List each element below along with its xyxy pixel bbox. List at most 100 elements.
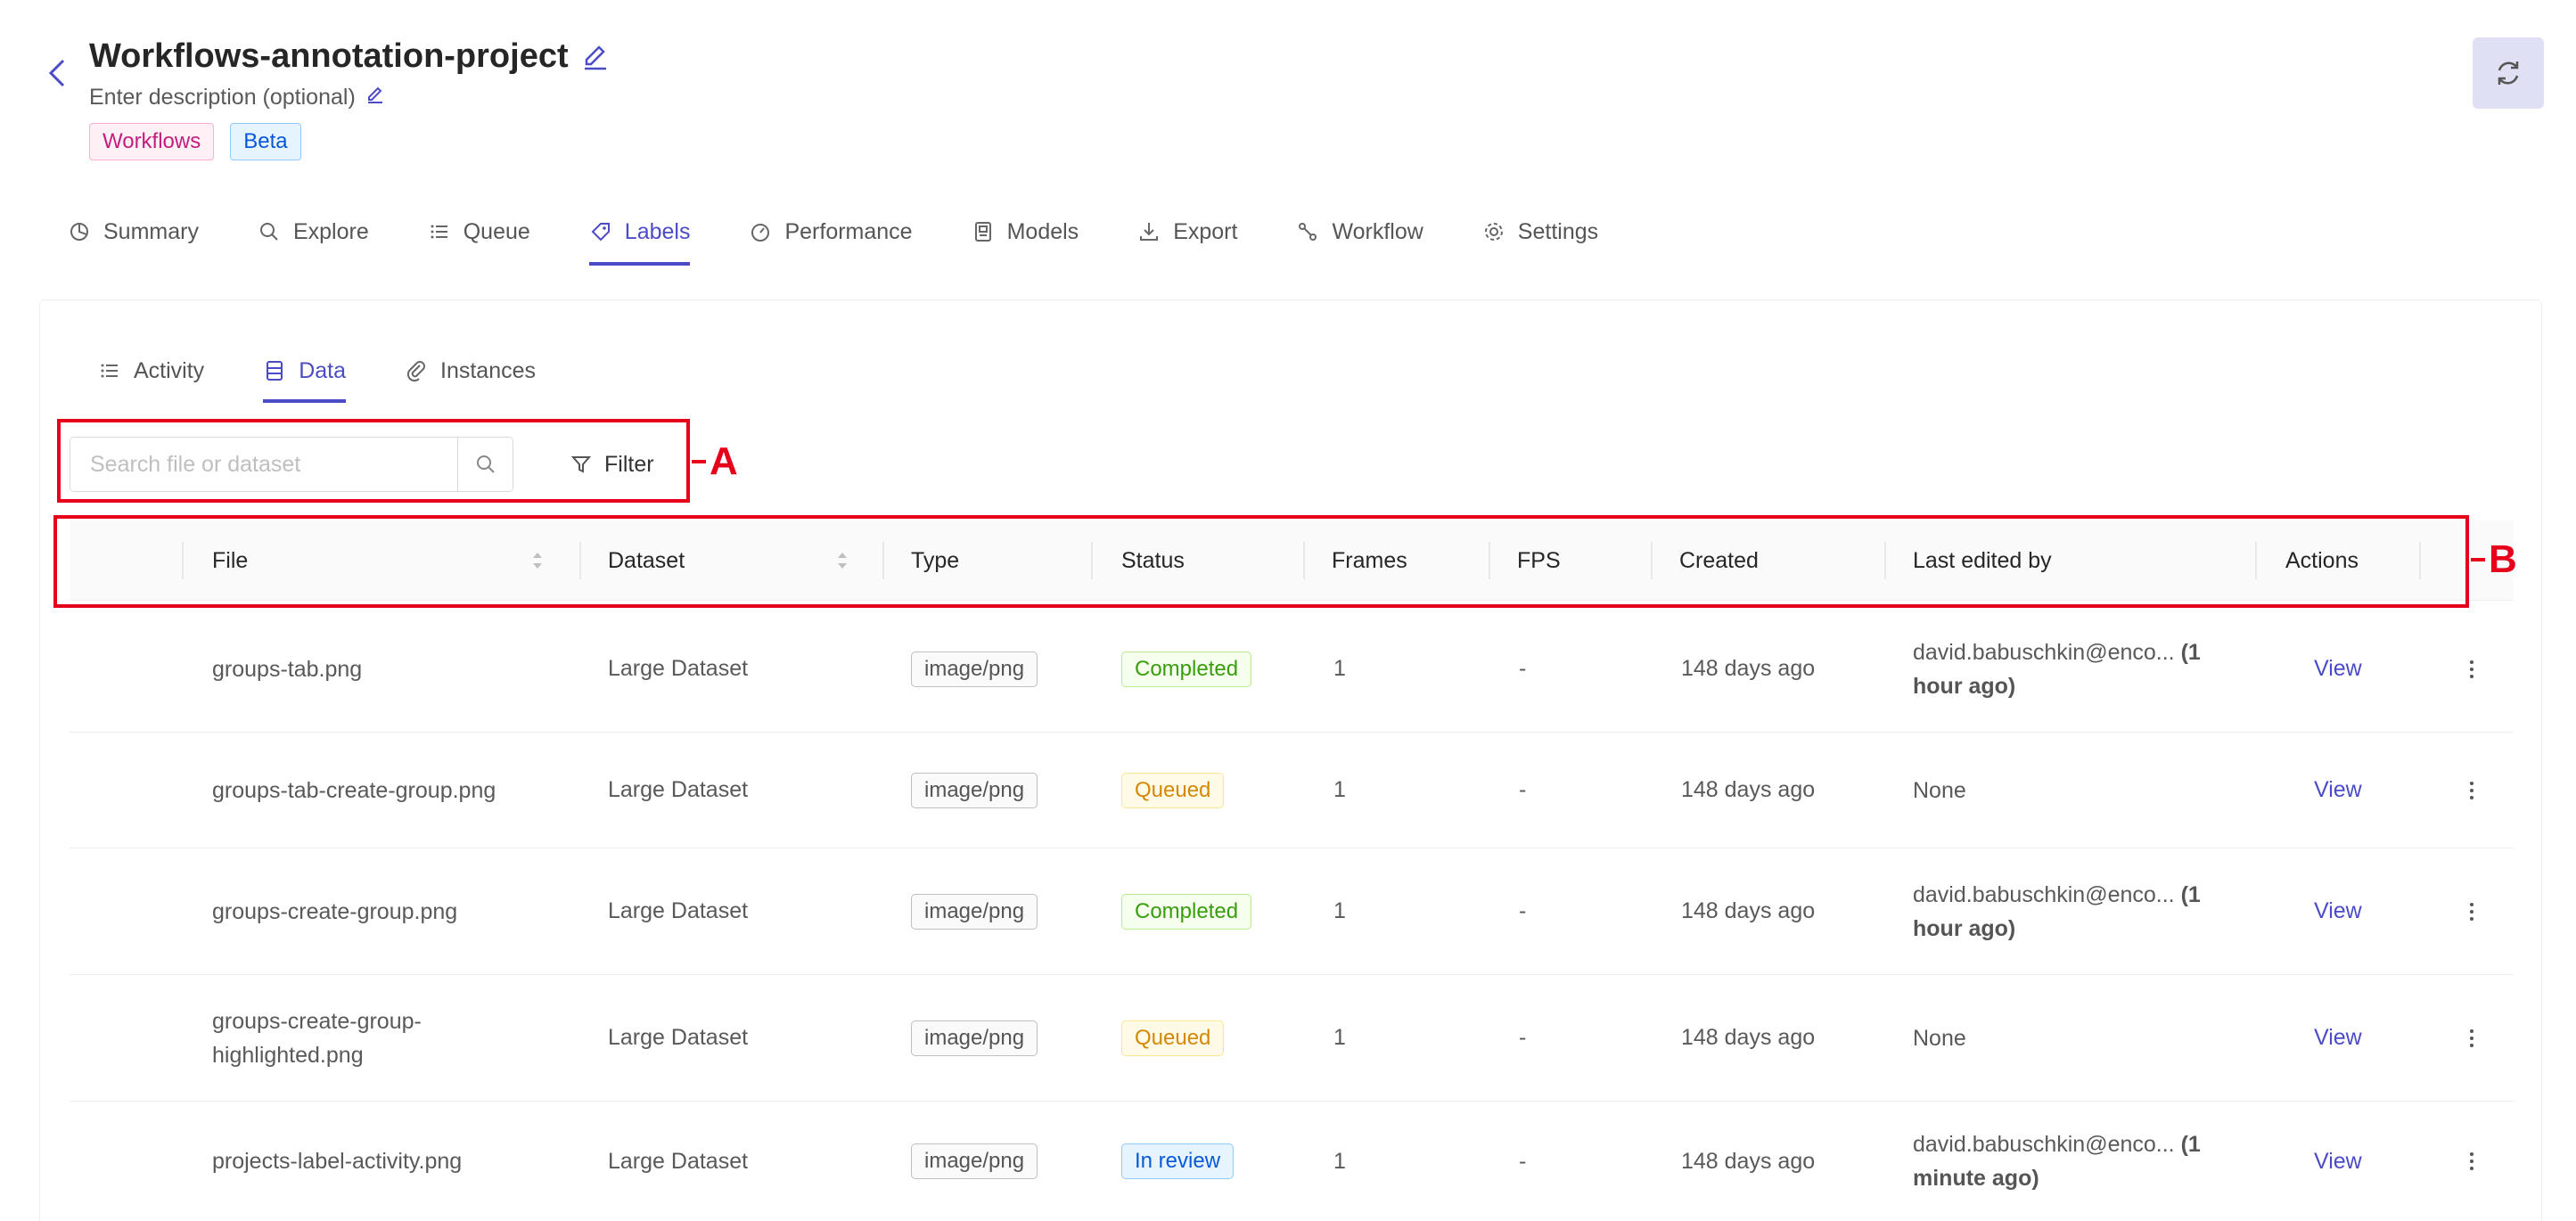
file-name: groups-tab.png <box>212 656 363 682</box>
fps-value: - <box>1519 1148 1527 1174</box>
frames-value: 1 <box>1333 1025 1346 1050</box>
dataset-name: Large Dataset <box>608 1025 749 1050</box>
editor-name: david.babuschkin@enco... <box>1913 881 2175 907</box>
frames-value: 1 <box>1333 898 1346 923</box>
model-icon <box>972 220 995 243</box>
tab-label: Labels <box>624 218 691 244</box>
table-row: groups-tab.png Large Dataset image/png C… <box>70 606 2514 733</box>
list-icon <box>428 220 451 243</box>
status-badge: Queued <box>1121 772 1225 808</box>
more-vertical-icon <box>2470 660 2473 678</box>
description-row: Enter description (optional) <box>89 84 386 111</box>
last-edited-by: None <box>1913 1021 2234 1055</box>
editor-name: david.babuschkin@enco... <box>1913 639 2175 665</box>
dataset-name: Large Dataset <box>608 1148 749 1174</box>
subtab-data[interactable]: Data <box>263 348 346 403</box>
edit-description-icon[interactable] <box>365 84 386 111</box>
more-menu-button[interactable] <box>2458 894 2485 930</box>
created-value: 148 days ago <box>1681 898 1816 923</box>
tab-workflow[interactable]: Workflow <box>1296 205 1423 258</box>
type-badge: image/png <box>911 1020 1038 1056</box>
chevron-left-icon <box>48 59 65 87</box>
fps-value: - <box>1519 777 1527 802</box>
edit-title-icon[interactable] <box>579 41 611 73</box>
annotation-dash <box>692 460 706 463</box>
tab-export[interactable]: Export <box>1137 205 1237 258</box>
status-badge: Completed <box>1121 651 1252 687</box>
tab-summary[interactable]: Summary <box>68 205 199 258</box>
editor-name: None <box>1913 777 1966 803</box>
last-edited-by: david.babuschkin@enco... (1 hour ago) <box>1913 878 2234 946</box>
tab-queue[interactable]: Queue <box>428 205 530 258</box>
tag-icon <box>589 220 612 243</box>
annotation-letter-a: A <box>710 439 738 483</box>
main-tabs: Summary Explore Queue Labels Performance… <box>68 205 1657 273</box>
tab-label: Summary <box>103 218 199 244</box>
annotation-letter-b: B <box>2489 537 2517 581</box>
created-value: 148 days ago <box>1681 656 1816 681</box>
tab-label: Export <box>1173 218 1238 244</box>
dashboard-icon <box>749 220 772 243</box>
sub-tabs: Activity Data Instances <box>98 348 595 403</box>
fps-value: - <box>1519 656 1527 681</box>
editor-name: david.babuschkin@enco... <box>1913 1132 2175 1157</box>
subtab-activity[interactable]: Activity <box>98 348 204 394</box>
tab-label: Performance <box>784 218 913 244</box>
view-link[interactable]: View <box>2314 975 2362 1101</box>
annotation-box-a <box>57 419 690 503</box>
more-menu-button[interactable] <box>2458 1020 2485 1056</box>
download-icon <box>1137 220 1161 243</box>
type-badge: image/png <box>911 1143 1038 1179</box>
more-vertical-icon <box>2470 1152 2473 1170</box>
type-badge: image/png <box>911 651 1038 687</box>
subtab-instances[interactable]: Instances <box>405 348 536 394</box>
type-badge: image/png <box>911 893 1038 930</box>
dataset-name: Large Dataset <box>608 777 749 802</box>
view-link[interactable]: View <box>2314 606 2362 732</box>
type-badge: image/png <box>911 772 1038 808</box>
pie-chart-icon <box>68 220 91 243</box>
annotation-label-b: B <box>2471 540 2517 579</box>
status-badge: Queued <box>1121 1020 1225 1056</box>
view-link[interactable]: View <box>2314 1102 2362 1221</box>
more-vertical-icon <box>2470 1028 2473 1047</box>
table-row: groups-create-group-highlighted.png Larg… <box>70 975 2514 1102</box>
last-edited-by: None <box>1913 774 2234 807</box>
frames-value: 1 <box>1333 656 1346 681</box>
tab-label: Explore <box>292 218 369 244</box>
editor-name: None <box>1913 1025 1966 1051</box>
fps-value: - <box>1519 898 1527 923</box>
file-name: projects-label-activity.png <box>212 1149 463 1174</box>
more-menu-button[interactable] <box>2458 773 2485 808</box>
tab-labels[interactable]: Labels <box>588 205 691 266</box>
tab-label: Models <box>1006 218 1079 244</box>
status-badge: Completed <box>1121 893 1252 930</box>
tab-models[interactable]: Models <box>972 205 1079 258</box>
search-icon <box>258 220 281 243</box>
refresh-button[interactable] <box>2473 37 2544 109</box>
tab-performance[interactable]: Performance <box>749 205 913 258</box>
back-button[interactable] <box>41 55 73 91</box>
file-name: groups-create-group-highlighted.png <box>212 1008 422 1068</box>
tab-label: Queue <box>463 218 530 244</box>
view-link[interactable]: View <box>2314 848 2362 974</box>
more-menu-button[interactable] <box>2458 651 2485 687</box>
tag-workflows: Workflows <box>89 123 215 160</box>
refresh-icon <box>2498 61 2519 85</box>
page-title-row: Workflows-annotation-project <box>89 37 611 76</box>
tab-settings[interactable]: Settings <box>1482 205 1598 258</box>
created-value: 148 days ago <box>1681 1025 1816 1050</box>
view-link[interactable]: View <box>2314 733 2362 848</box>
table-row: groups-tab-create-group.png Large Datase… <box>70 733 2514 848</box>
annotation-dash <box>2471 558 2485 561</box>
file-name: groups-create-group.png <box>212 898 458 924</box>
subtab-label: Activity <box>134 357 205 383</box>
paperclip-icon <box>405 359 428 382</box>
fps-value: - <box>1519 1025 1527 1050</box>
more-menu-button[interactable] <box>2458 1143 2485 1179</box>
tab-explore[interactable]: Explore <box>258 205 369 258</box>
status-badge: In review <box>1121 1143 1235 1179</box>
file-name: groups-tab-create-group.png <box>212 777 496 803</box>
list-icon <box>98 359 121 382</box>
table-row: projects-label-activity.png Large Datase… <box>70 1102 2514 1221</box>
